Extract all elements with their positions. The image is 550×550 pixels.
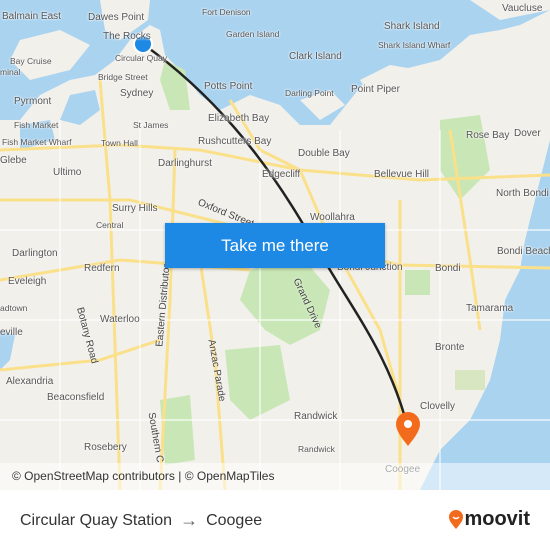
map-label: Darling Point: [285, 88, 334, 98]
map-label: Surry Hills: [112, 203, 158, 214]
map-label: Randwick: [294, 411, 338, 422]
arrow-right-icon: →: [180, 510, 199, 530]
map-label: Garden Island: [226, 29, 280, 39]
map-label: Balmain East: [2, 11, 61, 22]
map-label: Ultimo: [53, 167, 82, 178]
moovit-logo: moovit: [448, 508, 530, 531]
map-label: Bondi: [435, 263, 461, 274]
map-label: Potts Point: [204, 81, 253, 92]
map-label: Town Hall: [101, 138, 138, 148]
park: [455, 370, 485, 390]
map-label: St James: [133, 120, 169, 130]
map-label: Central: [96, 220, 124, 230]
map[interactable]: Balmain East Dawes Point The Rocks Circu…: [0, 0, 550, 490]
map-label: Elizabeth Bay: [208, 113, 270, 124]
map-attribution: © OpenStreetMap contributors | © OpenMap…: [0, 463, 550, 490]
map-label: Bellevue Hill: [374, 169, 430, 180]
moovit-wordmark: moovit: [464, 508, 530, 530]
map-label: Shark Island Wharf: [378, 40, 451, 50]
map-label: Rushcutters Bay: [198, 136, 272, 147]
map-label: Edgecliff: [262, 169, 301, 180]
park: [405, 270, 430, 295]
map-label: Rosebery: [84, 442, 127, 453]
map-label: Darlinghurst: [158, 158, 212, 169]
map-label: Bronte: [435, 342, 465, 353]
map-label: Glebe: [0, 155, 27, 166]
map-label: The Rocks: [103, 31, 151, 42]
map-label: Clovelly: [420, 401, 456, 412]
map-label: Tamarama: [466, 303, 514, 314]
map-label: Pyrmont: [14, 96, 52, 107]
park: [240, 255, 330, 345]
map-label: Rose Bay: [466, 130, 510, 141]
moovit-pin-icon: [449, 509, 464, 529]
route-title: Circular Quay Station → Coogee: [20, 510, 262, 531]
map-label: Redfern: [84, 263, 120, 274]
map-label: Dawes Point: [88, 12, 145, 23]
map-label: Vaucluse: [502, 3, 543, 14]
map-label: Bay Cruise: [10, 56, 52, 66]
map-label: Waterloo: [100, 314, 140, 325]
map-label: eville: [0, 327, 23, 338]
map-label: Clark Island: [289, 51, 342, 62]
map-label: Sydney: [120, 88, 154, 99]
map-label: Eveleigh: [8, 276, 47, 287]
map-label: Shark Island: [384, 21, 440, 32]
map-label: Circular Quay: [115, 53, 167, 63]
map-label: Point Piper: [351, 84, 400, 95]
map-label: Alexandria: [6, 376, 54, 387]
map-label: Fish Market Wharf: [2, 137, 72, 147]
footer: Circular Quay Station → Coogee moovit: [0, 490, 550, 550]
map-label: North Bondi: [496, 188, 549, 199]
map-label: Randwick: [298, 444, 335, 454]
origin-name: Circular Quay Station: [20, 511, 173, 529]
map-label: adtown: [0, 303, 28, 313]
map-label: Darlington: [12, 248, 58, 259]
map-label: Fish Market: [14, 120, 59, 130]
map-label: Bondi Beach: [497, 246, 550, 257]
map-label: Bridge Street: [98, 72, 148, 82]
park: [440, 115, 490, 200]
map-label: Double Bay: [298, 148, 350, 159]
park: [225, 345, 290, 420]
map-label: Fort Denison: [202, 7, 251, 17]
destination-name: Coogee: [206, 511, 263, 529]
map-label: minal: [0, 67, 21, 77]
map-label: Dover: [514, 128, 541, 139]
map-label: Woollahra: [310, 212, 355, 223]
map-label: Beaconsfield: [47, 392, 105, 403]
take-me-there-button[interactable]: Take me there: [165, 223, 385, 268]
